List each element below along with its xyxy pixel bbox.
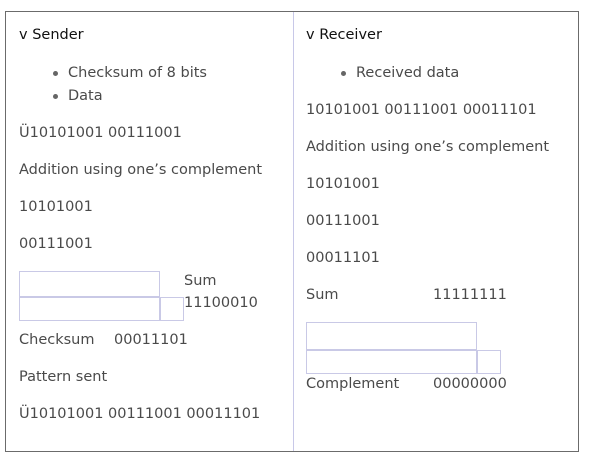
sum-box-small	[160, 297, 184, 321]
sender-pattern-value: Ü10101001 00111001 00011101	[19, 406, 261, 422]
receiver-heading: v Receiver	[306, 27, 382, 43]
receiver-bullet-received: Received data	[356, 65, 460, 81]
sender-checksum-label: Checksum	[19, 332, 95, 348]
receiver-operand-3: 00011101	[306, 250, 380, 266]
sum-box-bottom	[19, 297, 160, 321]
sender-checksum-value: 00011101	[114, 332, 188, 348]
sender-heading: v Sender	[19, 27, 84, 43]
bullet-icon	[53, 94, 58, 99]
sender-operand-1: 10101001	[19, 199, 93, 215]
receiver-data-line: 10101001 00111001 00011101	[306, 102, 537, 118]
sender-sum-label: Sum	[184, 273, 217, 289]
sender-bullet-data: Data	[68, 88, 103, 104]
sum-box-top	[19, 271, 160, 297]
complement-box-bottom	[306, 350, 477, 374]
sender-sum-value: 11100010	[184, 295, 258, 311]
column-divider	[293, 12, 294, 451]
sender-data-line: Ü10101001 00111001	[19, 125, 182, 141]
receiver-operand-2: 00111001	[306, 213, 380, 229]
sender-operand-2: 00111001	[19, 236, 93, 252]
bullet-icon	[53, 71, 58, 76]
receiver-sum-value: 11111111	[433, 287, 507, 303]
complement-box-small	[477, 350, 501, 374]
receiver-complement-value: 00000000	[433, 376, 507, 392]
bullet-icon	[341, 71, 346, 76]
receiver-operand-1: 10101001	[306, 176, 380, 192]
sender-bullet-checksum: Checksum of 8 bits	[68, 65, 207, 81]
receiver-complement-label: Complement	[306, 376, 400, 392]
receiver-sum-label: Sum	[306, 287, 339, 303]
receiver-addition-label: Addition using one’s complement	[306, 139, 550, 155]
complement-box-top	[306, 322, 477, 350]
sender-pattern-label: Pattern sent	[19, 369, 108, 385]
sender-addition-label: Addition using one’s complement	[19, 162, 263, 178]
